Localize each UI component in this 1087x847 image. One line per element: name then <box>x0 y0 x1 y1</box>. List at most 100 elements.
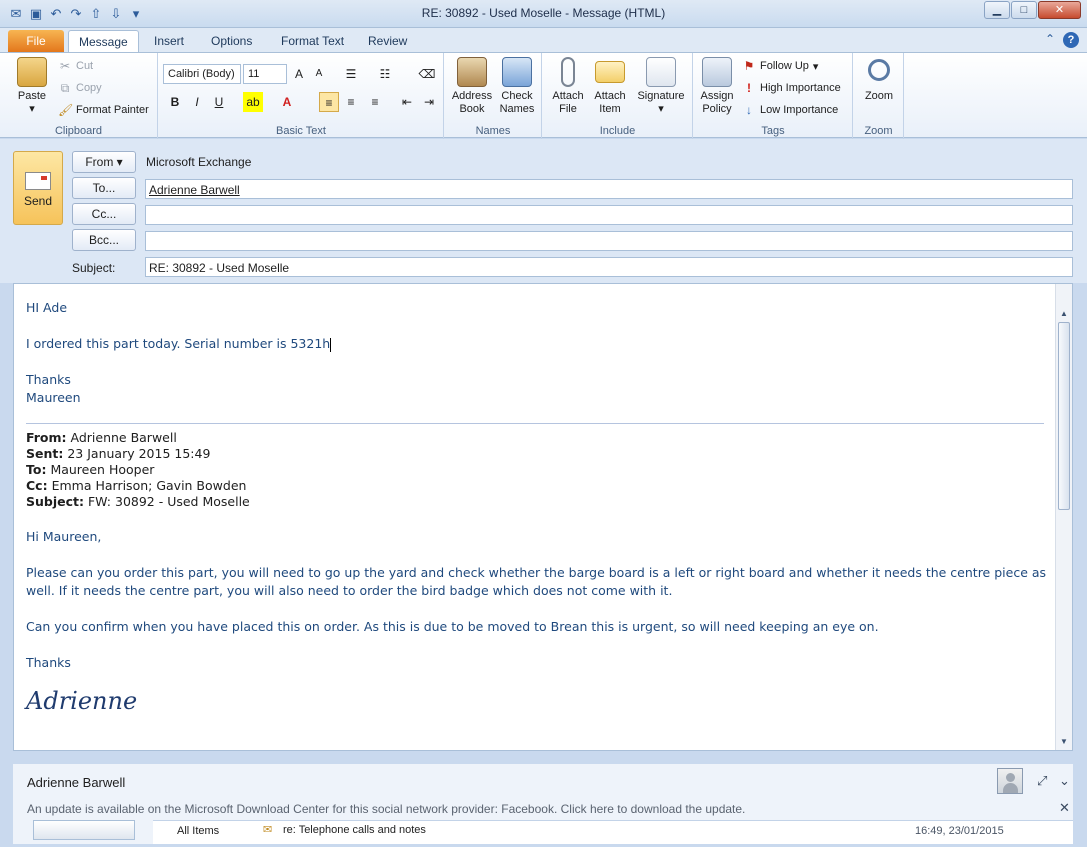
names-group: Address Book Check Names Names <box>445 53 542 139</box>
check-names-icon <box>502 57 532 87</box>
body-scrollbar[interactable]: ▲ ▼ <box>1055 284 1072 750</box>
tab-format-text[interactable]: Format Text <box>271 30 354 52</box>
down-arrow-icon: ↓ <box>746 103 752 117</box>
increase-indent-icon[interactable]: ⇥ <box>419 92 439 112</box>
cut-button[interactable]: ✂ Cut <box>58 59 93 73</box>
follow-up-button[interactable]: ⚑ Follow Up ▾ <box>742 59 819 73</box>
subject-label: Subject: <box>72 261 116 275</box>
close-window-button[interactable]: ✕ <box>1038 1 1081 19</box>
tab-message[interactable]: Message <box>68 30 139 52</box>
underline-icon[interactable]: U <box>209 92 229 112</box>
align-right-icon[interactable]: ≡ <box>365 92 385 112</box>
assign-policy-button[interactable]: Assign Policy <box>696 57 738 116</box>
quoted-thanks: Thanks <box>26 655 71 670</box>
send-button[interactable]: Send <box>13 151 63 225</box>
body-thanks: Thanks <box>26 372 71 387</box>
feed-filter[interactable]: All Items <box>177 825 219 837</box>
clear-formatting-icon[interactable]: ⌫ <box>417 64 437 84</box>
clipboard-group: Paste ▾ ✂ Cut ⧉ Copy 🖌 Format Painter Clipbo… <box>0 53 158 139</box>
paste-button[interactable]: Paste ▾ <box>12 57 52 116</box>
check-names-button[interactable]: Check Names <box>495 57 539 116</box>
help-icon[interactable]: ? <box>1063 32 1079 48</box>
paperclip-icon <box>561 57 575 87</box>
format-painter-button[interactable]: 🖌 Format Painter <box>58 103 149 117</box>
tab-file[interactable]: File <box>8 30 64 52</box>
bold-icon[interactable]: B <box>165 92 185 112</box>
quoted-to: To: Maureen Hooper <box>26 462 155 477</box>
numbering-icon[interactable]: ☷ <box>375 64 395 84</box>
bcc-button[interactable]: Bcc... <box>72 229 136 251</box>
expand-pane-icon[interactable]: ⤢ <box>1037 773 1047 789</box>
activity-feed-row[interactable]: All Items ✉ re: Telephone calls and note… <box>153 820 1073 844</box>
low-importance-button[interactable]: ↓ Low Importance <box>742 103 838 117</box>
feed-item-icon: ✉ <box>263 824 273 836</box>
quoted-paragraph: Please can you order this part, you will… <box>26 565 1047 580</box>
copy-button[interactable]: ⧉ Copy <box>58 81 102 95</box>
quoted-paragraph: well. If it needs the centre part, you w… <box>26 583 673 598</box>
group-label: Names <box>475 125 511 137</box>
font-color-icon[interactable]: A <box>277 92 297 112</box>
window-title: RE: 30892 - Used Moselle - Message (HTML… <box>421 6 666 20</box>
scissors-icon: ✂ <box>59 59 71 73</box>
scroll-thumb[interactable] <box>1058 322 1070 510</box>
dismiss-notification-icon[interactable]: ✕ <box>1059 800 1070 816</box>
title-bar: ✉ ▣ ↶ ↷ ⇧ ⇩ ▾ RE: 30892 - Used Moselle -… <box>0 0 1087 28</box>
include-group: Attach File Attach Item Signature ▾ Inclu… <box>543 53 693 139</box>
group-label: Tags <box>761 125 785 137</box>
tab-insert[interactable]: Insert <box>144 30 194 52</box>
quote-divider <box>26 423 1044 424</box>
cc-field[interactable] <box>145 205 1073 225</box>
paintbrush-icon: 🖌 <box>58 103 74 117</box>
decrease-indent-icon[interactable]: ⇤ <box>397 92 417 112</box>
to-button[interactable]: To... <box>72 177 136 199</box>
minimize-ribbon-icon[interactable]: ⌃ <box>1045 32 1055 48</box>
group-label: Basic Text <box>276 125 326 137</box>
to-field[interactable]: Adrienne Barwell <box>145 179 1073 199</box>
subject-field[interactable]: RE: 30892 - Used Moselle <box>145 257 1073 277</box>
maximize-button[interactable]: □ <box>1011 1 1037 19</box>
quoted-cc: Cc: Emma Harrison; Gavin Bowden <box>26 478 247 493</box>
zoom-button[interactable]: Zoom <box>858 57 900 103</box>
tab-options[interactable]: Options <box>201 30 262 52</box>
envelope-icon <box>595 61 625 83</box>
address-book-button[interactable]: Address Book <box>449 57 495 116</box>
from-button[interactable]: From ▾ <box>72 151 136 173</box>
cc-button[interactable]: Cc... <box>72 203 136 225</box>
message-header: Send From ▾ Microsoft Exchange To... Adr… <box>0 139 1087 283</box>
font-size-combo[interactable]: 11 <box>243 64 287 84</box>
high-importance-button[interactable]: ! High Importance <box>742 81 841 95</box>
tags-group: Assign Policy ⚑ Follow Up ▾ ! High Importan… <box>694 53 853 139</box>
feed-item[interactable]: re: Telephone calls and notes <box>283 824 426 836</box>
scroll-up-arrow-icon[interactable]: ▲ <box>1058 308 1070 320</box>
collapse-pane-icon[interactable]: ⌄ <box>1059 773 1070 789</box>
quoted-signature: Adrienne <box>26 687 138 715</box>
highlight-icon[interactable]: ab <box>243 92 263 112</box>
tab-review[interactable]: Review <box>358 30 417 52</box>
font-name-combo[interactable]: Calibri (Body) <box>163 64 241 84</box>
update-notification[interactable]: An update is available on the Microsoft … <box>27 802 745 816</box>
pane-status-box <box>33 820 135 840</box>
minimize-button[interactable]: ▁ <box>984 1 1010 19</box>
signature-icon <box>646 57 676 87</box>
bcc-field[interactable] <box>145 231 1073 251</box>
group-label: Include <box>599 125 636 137</box>
italic-icon[interactable]: I <box>187 92 207 112</box>
signature-button[interactable]: Signature ▾ <box>633 57 689 116</box>
quoted-paragraph: Can you confirm when you have placed thi… <box>26 619 879 634</box>
group-label: Zoom <box>864 125 893 137</box>
body-greeting: HI Ade <box>26 300 68 315</box>
quoted-greeting: Hi Maureen, <box>26 529 102 544</box>
basic-text-group: Calibri (Body) 11 A A ☰ ☷ ⌫ B I U ab A ≡… <box>159 53 444 139</box>
address-book-icon <box>457 57 487 87</box>
shrink-font-icon[interactable]: A <box>309 64 329 84</box>
scroll-down-arrow-icon[interactable]: ▼ <box>1058 736 1070 748</box>
grow-font-icon[interactable]: A <box>289 64 309 84</box>
group-label: Clipboard <box>54 125 103 137</box>
attach-item-button[interactable]: Attach Item <box>589 57 631 116</box>
recipient-name[interactable]: Adrienne Barwell <box>149 183 240 197</box>
attach-file-button[interactable]: Attach File <box>547 57 589 116</box>
align-left-icon[interactable]: ≡ <box>319 92 339 112</box>
align-center-icon[interactable]: ≡ <box>341 92 361 112</box>
bullets-icon[interactable]: ☰ <box>341 64 361 84</box>
message-body[interactable]: HI Ade I ordered this part today. Serial… <box>13 283 1073 751</box>
